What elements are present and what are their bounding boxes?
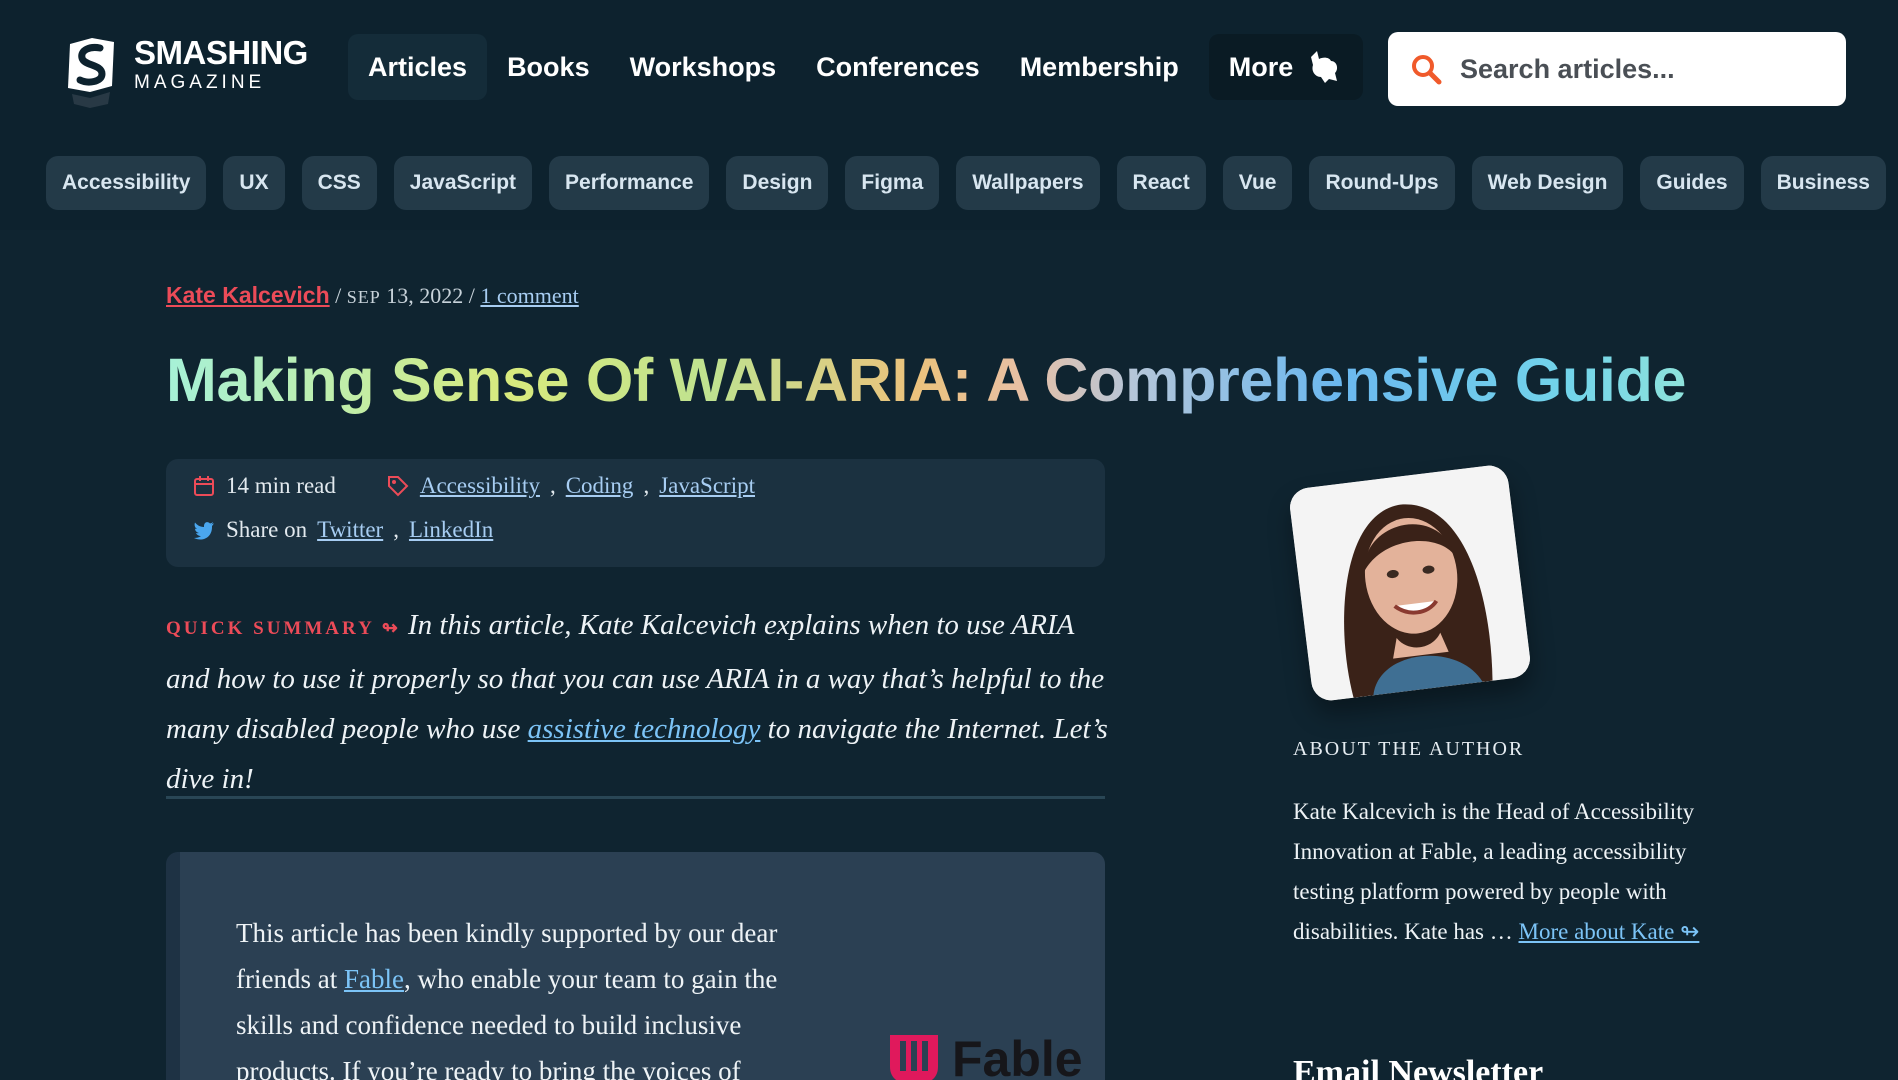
category-round-ups[interactable]: Round-Ups xyxy=(1309,156,1455,210)
search-box xyxy=(1388,32,1846,106)
category-web-design[interactable]: Web Design xyxy=(1471,156,1624,210)
search-icon[interactable] xyxy=(1410,53,1442,85)
category-performance[interactable]: Performance xyxy=(549,156,710,210)
comments-link[interactable]: 1 comment xyxy=(480,283,578,308)
fable-logo[interactable]: Fable xyxy=(886,1030,1083,1080)
more-about-author-link[interactable]: More about Kate ↬ xyxy=(1519,919,1700,944)
tag-icon xyxy=(387,476,409,497)
category-wallpapers[interactable]: Wallpapers xyxy=(956,156,1100,210)
nav-books[interactable]: Books xyxy=(487,34,610,100)
article-title: Making Sense Of WAI-ARIA: A Comprehensiv… xyxy=(166,340,1726,420)
smashing-cat-logo-icon xyxy=(68,38,114,108)
read-time-row: 14 min read Accessibility, Coding, JavaS… xyxy=(192,473,755,499)
tag-javascript[interactable]: JavaScript xyxy=(659,473,755,499)
read-time: 14 min read xyxy=(226,473,336,498)
summary-divider xyxy=(166,796,1105,799)
sponsor-box: This article has been kindly supported b… xyxy=(166,852,1105,1080)
calendar-icon xyxy=(194,476,214,496)
author-avatar[interactable] xyxy=(1287,463,1533,703)
author-photo xyxy=(1287,463,1533,703)
category-react[interactable]: React xyxy=(1116,156,1206,210)
share-linkedin-link[interactable]: LinkedIn xyxy=(409,517,493,543)
share-label: Share on xyxy=(226,517,308,542)
quick-summary: QUICK SUMMARY ↬ In this article, Kate Ka… xyxy=(166,600,1111,804)
tag-list: Accessibility, Coding, JavaScript xyxy=(386,473,755,499)
category-design[interactable]: Design xyxy=(726,156,829,210)
category-javascript[interactable]: JavaScript xyxy=(393,156,533,210)
summary-label: QUICK SUMMARY ↬ xyxy=(166,618,401,639)
byline-separator: / xyxy=(335,283,347,308)
nav-conferences[interactable]: Conferences xyxy=(796,34,1000,100)
article-info-box: 14 min read Accessibility, Coding, JavaS… xyxy=(166,459,1105,567)
twitter-icon xyxy=(194,522,214,540)
date-month: SEP xyxy=(346,287,381,307)
category-guides[interactable]: Guides xyxy=(1640,156,1744,210)
about-author-text: Kate Kalcevich is the Head of Accessibil… xyxy=(1293,792,1743,952)
share-row: Share on Twitter, LinkedIn xyxy=(192,517,493,543)
category-figma[interactable]: Figma xyxy=(845,156,940,210)
article-byline: Kate Kalcevich / SEP 13, 2022 / 1 commen… xyxy=(166,282,579,309)
search-input[interactable] xyxy=(1460,53,1820,85)
fable-logo-text: Fable xyxy=(952,1031,1083,1080)
byline-separator: / xyxy=(468,283,481,308)
nav-workshops[interactable]: Workshops xyxy=(610,34,797,100)
logo-subtitle: MAGAZINE xyxy=(134,72,266,93)
fable-link[interactable]: Fable xyxy=(344,964,404,994)
logo[interactable]: SMASHING MAGAZINE xyxy=(62,30,322,120)
tag-accessibility[interactable]: Accessibility xyxy=(420,473,540,499)
newsletter-heading: Email Newsletter xyxy=(1293,1054,1544,1080)
category-bar: Accessibility UX CSS JavaScript Performa… xyxy=(46,156,1898,210)
fable-mark-icon xyxy=(890,1035,938,1080)
nav-more-label: More xyxy=(1228,51,1294,82)
category-ux[interactable]: UX xyxy=(223,156,285,210)
tag-coding[interactable]: Coding xyxy=(566,473,634,499)
category-css[interactable]: CSS xyxy=(301,156,377,210)
sponsor-text: This article has been kindly supported b… xyxy=(236,910,816,1080)
nav-membership[interactable]: Membership xyxy=(1000,34,1199,100)
nav-articles[interactable]: Articles xyxy=(348,34,488,100)
cat-icon xyxy=(1311,51,1338,83)
category-vue[interactable]: Vue xyxy=(1222,156,1293,210)
site-header: SMASHING MAGAZINE Articles Books Worksho… xyxy=(0,0,1898,230)
category-business[interactable]: Business xyxy=(1760,156,1886,210)
category-accessibility[interactable]: Accessibility xyxy=(46,156,207,210)
assistive-technology-link[interactable]: assistive technology xyxy=(528,713,761,745)
share-twitter-link[interactable]: Twitter xyxy=(317,517,383,543)
about-author-heading: ABOUT THE AUTHOR xyxy=(1293,738,1525,760)
nav-more-button[interactable]: More xyxy=(1208,34,1364,100)
main-nav: Articles Books Workshops Conferences Mem… xyxy=(348,34,1364,100)
author-link[interactable]: Kate Kalcevich xyxy=(166,282,330,308)
logo-title: SMASHING xyxy=(134,34,308,71)
date-day-year: 13, 2022 xyxy=(386,283,464,308)
